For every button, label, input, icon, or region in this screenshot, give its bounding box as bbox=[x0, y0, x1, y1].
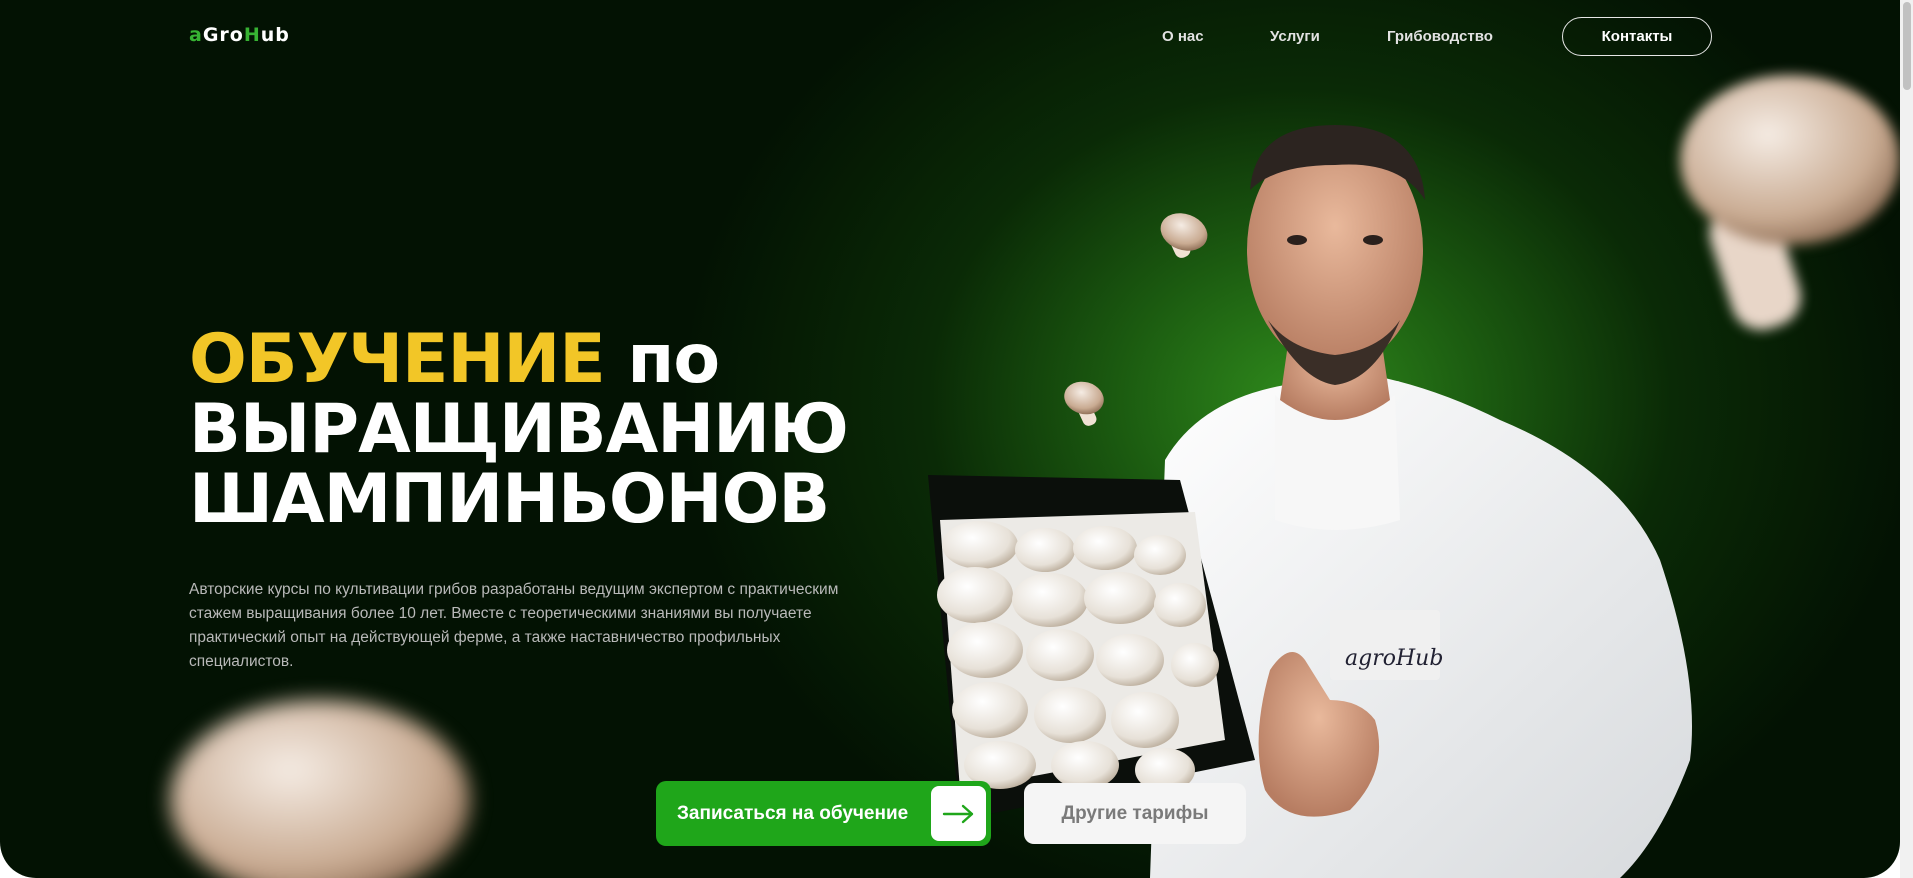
signup-button[interactable]: Записаться на обучение bbox=[656, 781, 991, 846]
logo-part: Gro bbox=[202, 24, 244, 46]
hero-title-part: по bbox=[604, 320, 720, 399]
logo[interactable]: aGroHub bbox=[189, 24, 290, 46]
coat-logo: agroHub bbox=[1345, 646, 1443, 671]
scrollbar-thumb[interactable] bbox=[1903, 2, 1911, 90]
contacts-button[interactable]: Контакты bbox=[1562, 17, 1712, 56]
scrollbar[interactable] bbox=[1900, 0, 1913, 878]
nav-link-services[interactable]: Услуги bbox=[1270, 28, 1320, 45]
logo-part: a bbox=[189, 24, 203, 46]
nav-link-mushroom-growing[interactable]: Грибоводство bbox=[1387, 28, 1493, 45]
logo-part: ub bbox=[260, 24, 290, 46]
hero-title-part: ВЫРАЩИВАНИЮ bbox=[189, 390, 849, 469]
hero-title-part: ШАМПИНЬОНОВ bbox=[189, 460, 830, 539]
hero-section: agroHub aGroHub О нас Услуги Грибоводств… bbox=[0, 0, 1900, 878]
mushroom-icon bbox=[1064, 381, 1104, 426]
hero-description: Авторские курсы по культивации грибов ра… bbox=[189, 581, 839, 670]
mushroom-icon bbox=[1680, 75, 1900, 330]
mushroom-icon bbox=[1160, 213, 1208, 258]
hero-title: ОБУЧЕНИЕ по ВЫРАЩИВАНИЮ ШАМПИНЬОНОВ bbox=[189, 325, 849, 535]
nav-link-about[interactable]: О нас bbox=[1162, 28, 1204, 45]
other-plans-button[interactable]: Другие тарифы bbox=[1024, 783, 1246, 844]
hero-title-accent: ОБУЧЕНИЕ bbox=[189, 320, 606, 399]
signup-button-label: Записаться на обучение bbox=[677, 802, 909, 824]
logo-part: H bbox=[243, 24, 261, 46]
mushroom-icon bbox=[170, 700, 470, 878]
arrow-right-icon bbox=[931, 786, 986, 841]
